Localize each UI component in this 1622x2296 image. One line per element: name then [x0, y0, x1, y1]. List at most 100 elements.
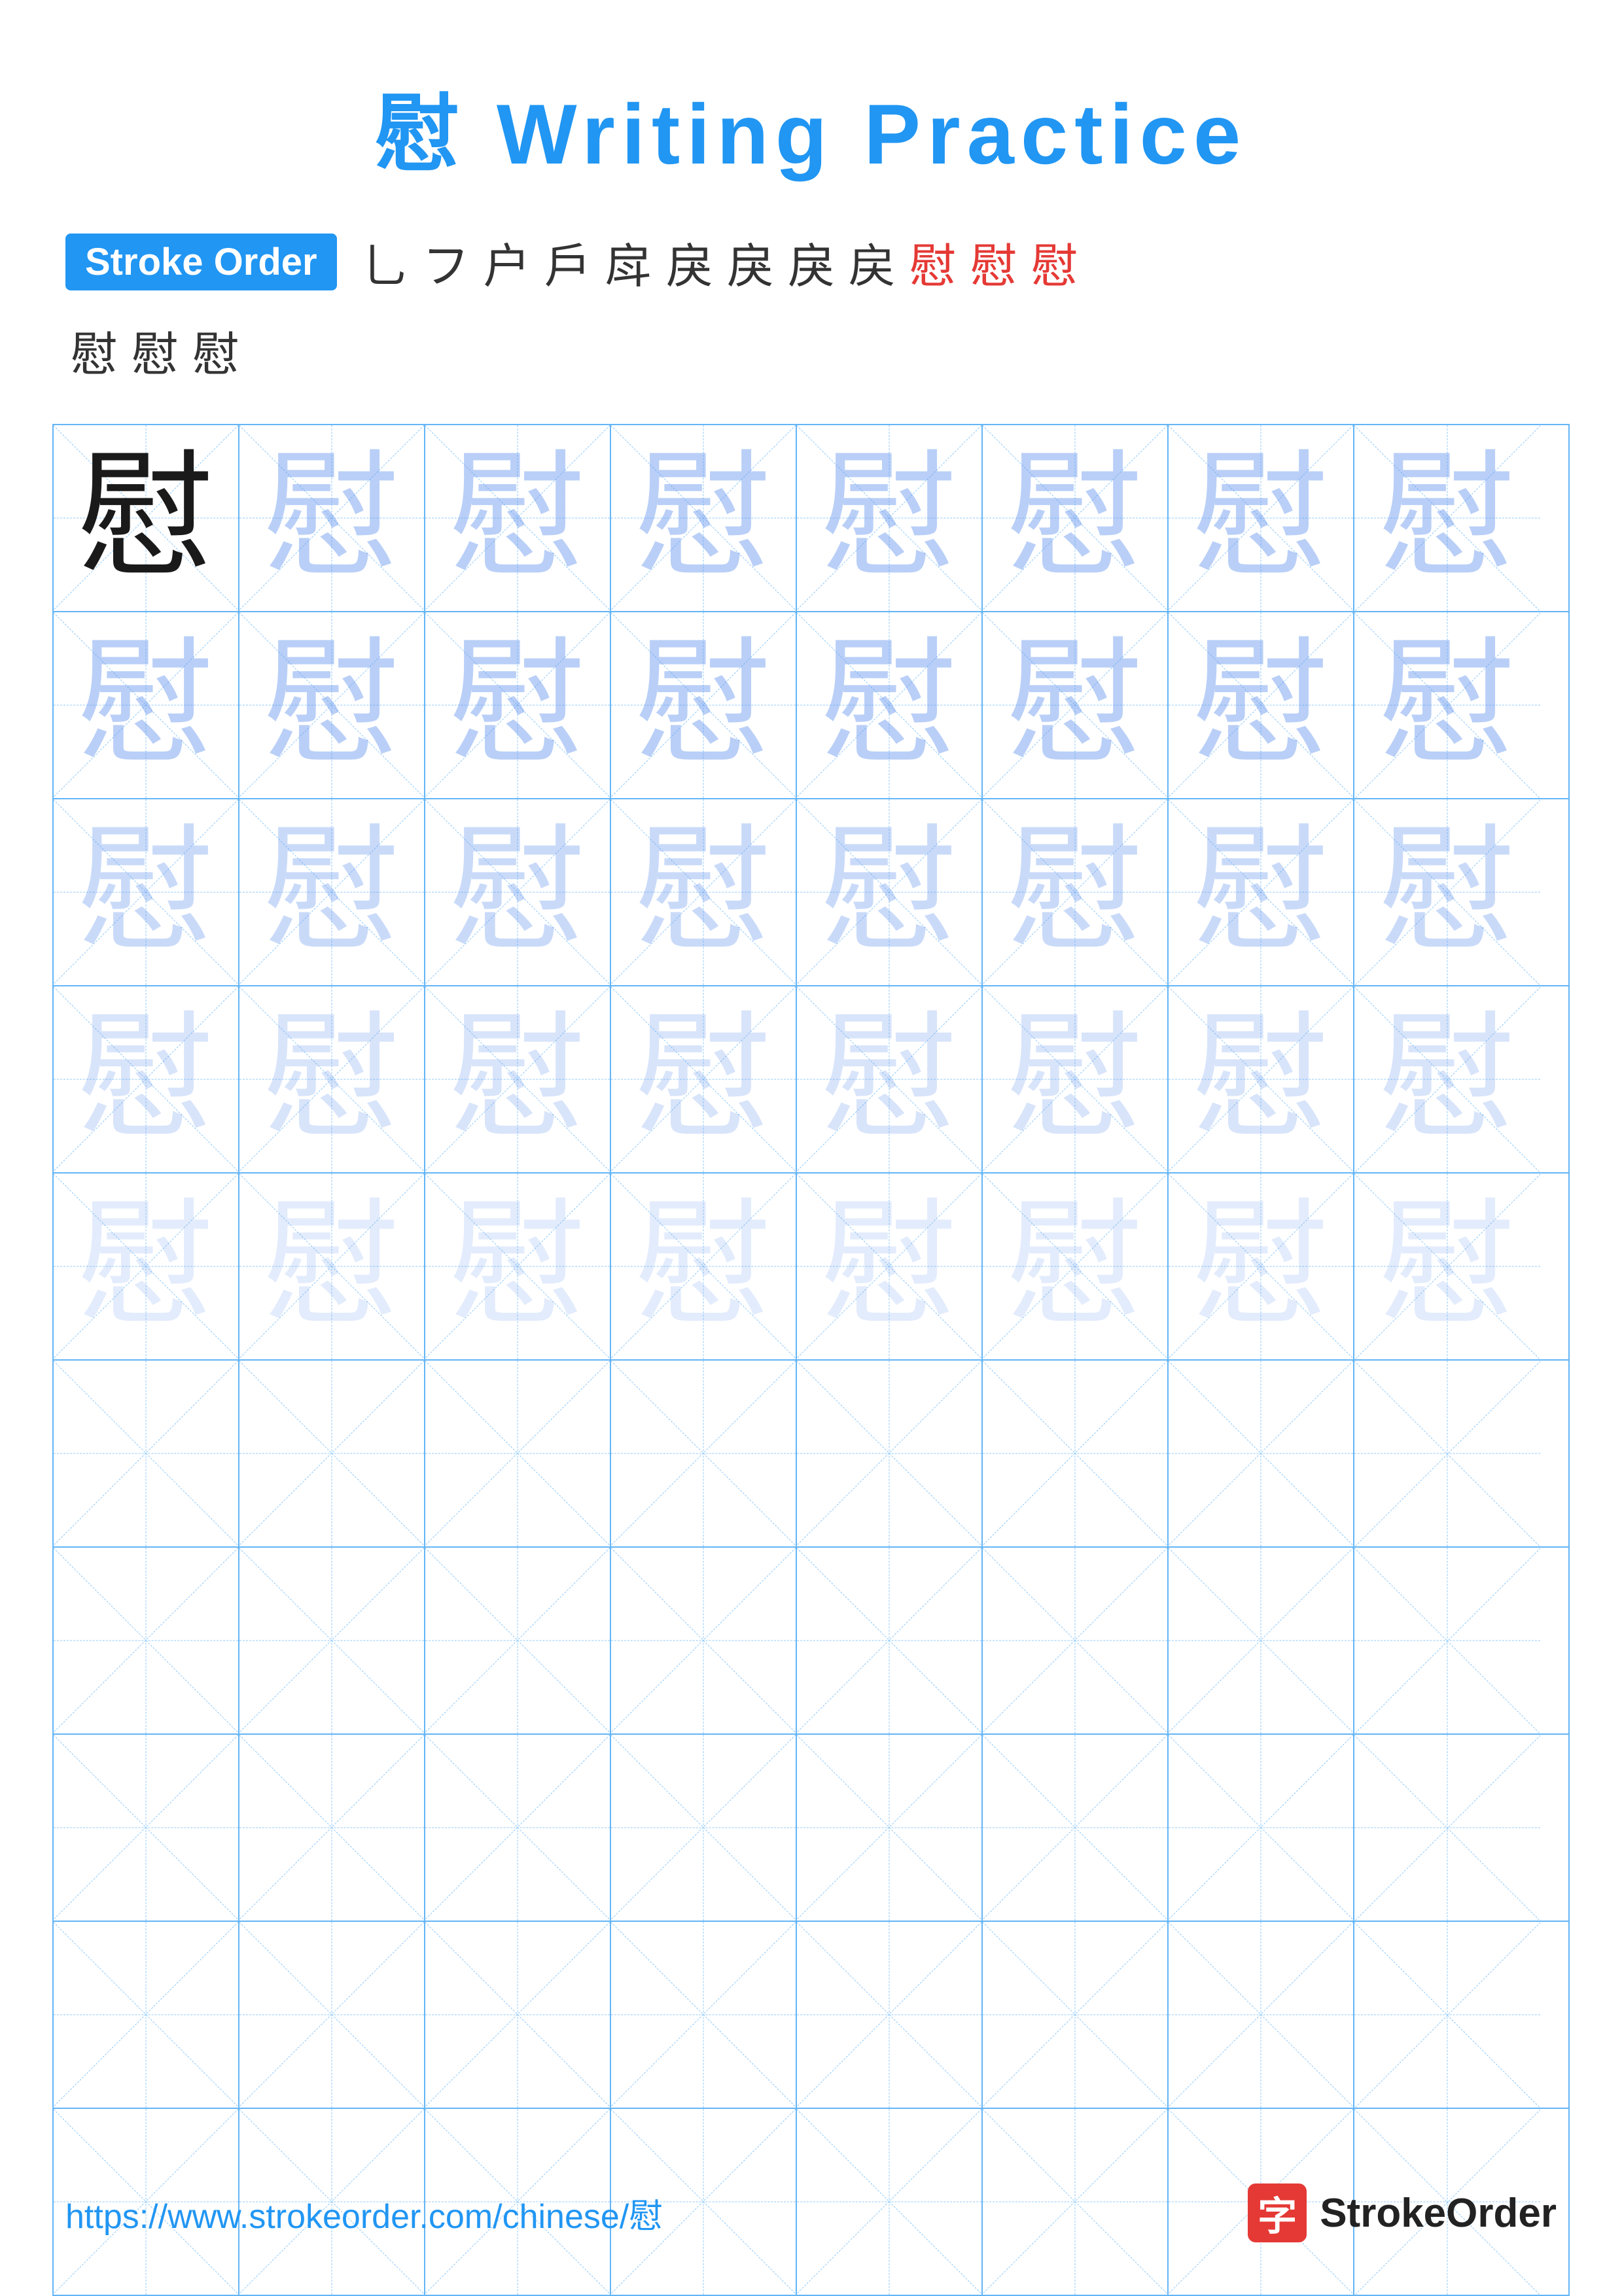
grid-cell[interactable]: 慰: [983, 1174, 1169, 1359]
grid-cell[interactable]: [54, 1548, 239, 1733]
grid-cell[interactable]: 慰: [1354, 986, 1540, 1172]
practice-char: 慰: [263, 824, 400, 961]
practice-char: 慰: [635, 1011, 772, 1148]
grid-cell[interactable]: [54, 1922, 239, 2108]
grid-cell[interactable]: [611, 1922, 797, 2108]
grid-cell[interactable]: [425, 1548, 611, 1733]
grid-cell[interactable]: 慰: [983, 799, 1169, 985]
grid-cell[interactable]: [797, 1922, 983, 2108]
stroke-r2-3: 慰: [187, 316, 245, 385]
stroke-10: 慰: [904, 228, 962, 296]
grid-cell[interactable]: 慰: [425, 986, 611, 1172]
grid-cell[interactable]: 慰: [1169, 612, 1354, 798]
grid-cell[interactable]: 慰: [239, 799, 425, 985]
practice-char: 慰: [1379, 1198, 1516, 1335]
grid-cell[interactable]: 慰: [1169, 799, 1354, 985]
grid-cell[interactable]: [983, 1361, 1169, 1546]
grid-cell[interactable]: 慰: [54, 425, 239, 611]
grid-cell[interactable]: 慰: [239, 986, 425, 1172]
practice-char: 慰: [1379, 1011, 1516, 1148]
grid-cell[interactable]: 慰: [797, 1174, 983, 1359]
stroke-3: 户: [478, 228, 536, 296]
grid-cell[interactable]: 慰: [611, 799, 797, 985]
grid-cell[interactable]: 慰: [983, 612, 1169, 798]
grid-cell[interactable]: 慰: [797, 612, 983, 798]
grid-cell[interactable]: [54, 1361, 239, 1546]
grid-cell[interactable]: [1354, 1922, 1540, 2108]
grid-cell[interactable]: [797, 1548, 983, 1733]
grid-cell[interactable]: 慰: [797, 799, 983, 985]
grid-cell[interactable]: [611, 1735, 797, 1921]
grid-cell[interactable]: [983, 1548, 1169, 1733]
practice-char: 慰: [1192, 1198, 1330, 1335]
grid-cell[interactable]: 慰: [54, 799, 239, 985]
grid-cell[interactable]: [1354, 1548, 1540, 1733]
grid-cell[interactable]: 慰: [1169, 425, 1354, 611]
grid-cell[interactable]: [1354, 1361, 1540, 1546]
practice-char: 慰: [1379, 636, 1516, 774]
grid-cell[interactable]: 慰: [425, 425, 611, 611]
grid-cell[interactable]: [239, 1548, 425, 1733]
grid-cell[interactable]: [611, 1548, 797, 1733]
grid-cell[interactable]: 慰: [797, 986, 983, 1172]
grid-row-4: 慰 慰 慰 慰 慰 慰 慰 慰: [54, 986, 1568, 1174]
grid-cell[interactable]: 慰: [54, 986, 239, 1172]
grid-cell[interactable]: [425, 1361, 611, 1546]
grid-cell[interactable]: 慰: [611, 425, 797, 611]
grid-cell[interactable]: 慰: [239, 425, 425, 611]
practice-char: 慰: [820, 1011, 958, 1148]
grid-row-1: 慰 慰 慰 慰 慰 慰 慰 慰: [54, 425, 1568, 612]
grid-cell[interactable]: 慰: [425, 612, 611, 798]
grid-cell[interactable]: 慰: [1354, 425, 1540, 611]
grid-cell[interactable]: 慰: [1354, 612, 1540, 798]
grid-cell[interactable]: [1354, 1735, 1540, 1921]
grid-cell[interactable]: 慰: [611, 986, 797, 1172]
grid-cell[interactable]: 慰: [425, 799, 611, 985]
grid-cell[interactable]: [797, 1735, 983, 1921]
grid-cell[interactable]: [239, 1922, 425, 2108]
grid-cell[interactable]: 慰: [54, 612, 239, 798]
grid-cell[interactable]: [983, 1922, 1169, 2108]
practice-char: 慰: [1006, 636, 1144, 774]
grid-cell[interactable]: 慰: [1169, 1174, 1354, 1359]
grid-cell[interactable]: 慰: [611, 612, 797, 798]
grid-cell[interactable]: [239, 1361, 425, 1546]
grid-cell[interactable]: 慰: [239, 1174, 425, 1359]
grid-cell[interactable]: [611, 1361, 797, 1546]
grid-cell[interactable]: [983, 1735, 1169, 1921]
grid-cell[interactable]: 慰: [797, 425, 983, 611]
grid-cell[interactable]: [54, 1735, 239, 1921]
grid-cell[interactable]: 慰: [425, 1174, 611, 1359]
grid-cell[interactable]: [239, 1735, 425, 1921]
grid-cell[interactable]: 慰: [1354, 1174, 1540, 1359]
grid-cell[interactable]: [1169, 1735, 1354, 1921]
footer-url[interactable]: https://www.strokeorder.com/chinese/慰: [65, 2189, 663, 2238]
stroke-8: 戾: [783, 228, 840, 296]
stroke-r2-1: 慰: [65, 316, 123, 385]
grid-cell[interactable]: 慰: [1169, 986, 1354, 1172]
grid-cell[interactable]: 慰: [54, 1174, 239, 1359]
grid-cell[interactable]: 慰: [983, 425, 1169, 611]
page-title: 慰 Writing Practice: [0, 0, 1622, 188]
practice-grid: 慰 慰 慰 慰 慰 慰 慰 慰: [52, 424, 1570, 2296]
title-char: 慰: [375, 86, 467, 182]
grid-cell[interactable]: 慰: [239, 612, 425, 798]
brand-name: StrokeOrder: [1320, 2190, 1557, 2236]
grid-cell[interactable]: [1169, 1361, 1354, 1546]
grid-cell[interactable]: [425, 1735, 611, 1921]
grid-cell[interactable]: 慰: [1354, 799, 1540, 985]
practice-char: 慰: [820, 824, 958, 961]
practice-char: 慰: [263, 636, 400, 774]
practice-char: 慰: [263, 1198, 400, 1335]
grid-cell[interactable]: [1169, 1922, 1354, 2108]
grid-cell[interactable]: 慰: [611, 1174, 797, 1359]
practice-char: 慰: [1379, 449, 1516, 587]
practice-char: 慰: [449, 1011, 586, 1148]
stroke-4: 戶: [539, 228, 597, 296]
grid-cell[interactable]: [797, 1361, 983, 1546]
grid-cell[interactable]: [1169, 1548, 1354, 1733]
grid-cell[interactable]: 慰: [983, 986, 1169, 1172]
stroke-1: ⺃: [357, 228, 414, 296]
practice-char: 慰: [263, 1011, 400, 1148]
grid-cell[interactable]: [425, 1922, 611, 2108]
